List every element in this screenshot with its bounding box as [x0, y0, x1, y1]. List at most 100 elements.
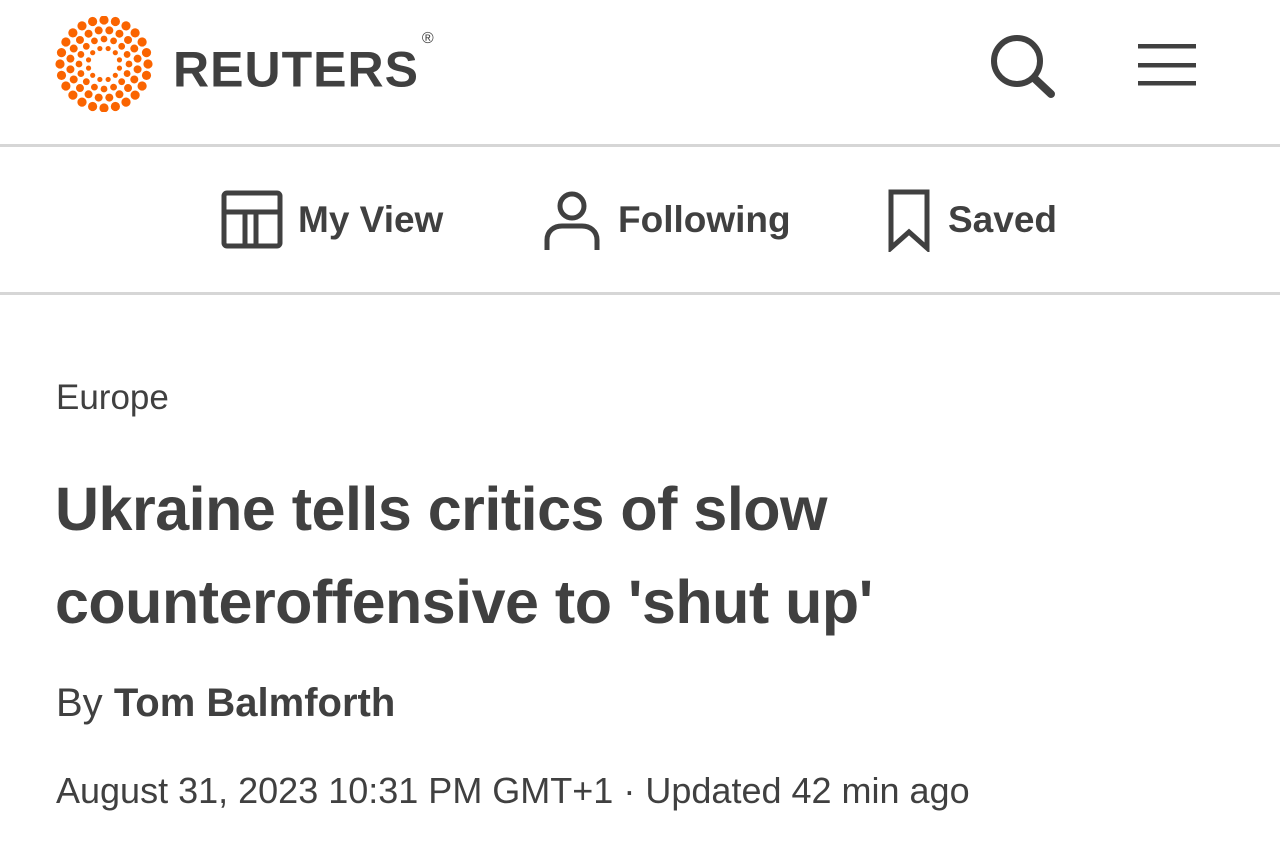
brand-name: REUTERS [173, 41, 419, 98]
logo-dot [68, 90, 78, 100]
logo-dot [105, 76, 111, 83]
byline: By Tom Balmforth [56, 681, 395, 726]
author-link[interactable]: Tom Balmforth [114, 681, 395, 725]
hamburger-menu-icon [1138, 44, 1196, 86]
logo-dot [61, 37, 71, 47]
dateline: August 31, 2023 10:31 PM GMT+1 · Updated… [56, 770, 970, 812]
logo-dot [82, 78, 90, 86]
brand-wordmark[interactable]: REUTERS® [173, 30, 435, 99]
logo-dot [77, 21, 87, 31]
article-headline: Ukraine tells critics of slow counteroff… [55, 475, 873, 636]
menu-button[interactable] [1133, 38, 1203, 92]
logo-dot [97, 45, 103, 52]
logo-dot [99, 16, 109, 25]
section-link[interactable]: Europe [56, 378, 169, 418]
updated-time: Updated 42 min ago [645, 770, 970, 811]
logo-dot [61, 81, 71, 91]
search-button[interactable] [985, 30, 1059, 100]
logo-dot [115, 90, 124, 99]
logo-dot [137, 81, 147, 91]
logo-dot [55, 59, 65, 69]
logo-dot [69, 44, 78, 53]
logo-dot [105, 45, 111, 52]
logo-dot [85, 65, 92, 71]
user-subnav: My View Following Saved [0, 150, 1280, 295]
logo-dot [115, 29, 124, 38]
nav-saved[interactable]: Saved [884, 188, 1057, 252]
bookmark-icon [888, 189, 930, 252]
logo-dot [97, 76, 103, 83]
logo-dot [130, 90, 140, 100]
logo-dot [118, 42, 126, 50]
logo-dot [77, 70, 85, 77]
logo-dot [116, 57, 123, 63]
logo-dot [124, 84, 133, 93]
logo-dot [143, 59, 153, 69]
logo-dot [94, 26, 103, 35]
logo-dot [75, 60, 83, 68]
logo-dot [121, 21, 131, 31]
logo-dot [84, 90, 93, 99]
logo-dot [124, 35, 133, 44]
logo-dot [137, 37, 147, 47]
logo-dot [141, 70, 152, 80]
logo-dot [99, 103, 109, 112]
logo-dot [110, 37, 117, 45]
logo-dot [69, 75, 78, 84]
logo-dot [123, 51, 131, 58]
logo-dot [77, 97, 87, 107]
logo-dot [82, 42, 90, 50]
site-header: REUTERS® [0, 0, 1280, 147]
logo-dot [100, 35, 108, 43]
registered-mark: ® [421, 30, 435, 47]
logo-dot [133, 54, 142, 63]
logo-dot [88, 101, 98, 112]
logo-dot [56, 48, 67, 58]
logo-dot [91, 37, 98, 45]
logo-dot [105, 26, 114, 35]
layout-icon [221, 190, 283, 249]
logo-dot [56, 70, 67, 80]
logo-dot [88, 16, 98, 27]
logo-dot [75, 35, 84, 44]
logo-dot [110, 83, 117, 91]
logo-dot [85, 57, 92, 63]
logo-dot [116, 65, 123, 71]
logo-dot [121, 97, 131, 107]
logo-dot [125, 60, 133, 68]
logo-dot [118, 78, 126, 86]
logo-dot [84, 29, 93, 38]
logo-dot [130, 44, 139, 53]
logo-dot [66, 54, 75, 63]
logo-dot [133, 65, 142, 74]
logo-dot [112, 50, 118, 56]
logo-dot [68, 28, 78, 38]
logo-dot [90, 72, 96, 78]
date-separator: · [623, 770, 636, 811]
nav-following-label: Following [618, 199, 791, 240]
logo-dot [100, 85, 108, 93]
logo-dot [75, 84, 84, 93]
logo-dot [110, 16, 120, 27]
logo-dot [90, 50, 96, 56]
nav-my-view[interactable]: My View [220, 188, 443, 252]
nav-my-view-label: My View [298, 199, 444, 240]
logo-dot [77, 51, 85, 58]
logo-dot [94, 93, 103, 102]
logo-dot [141, 48, 152, 58]
byline-prefix: By [56, 681, 103, 725]
search-icon [991, 35, 1055, 98]
nav-saved-label: Saved [948, 199, 1058, 240]
person-icon [544, 191, 600, 250]
logo-dot [130, 75, 139, 84]
logo-dot [66, 65, 75, 74]
logo-dot [112, 72, 118, 78]
reuters-dot-logo-icon[interactable] [52, 16, 156, 112]
logo-dot [91, 83, 98, 91]
logo-dot [110, 101, 120, 112]
logo-dot [130, 28, 140, 38]
publish-date: August 31, 2023 10:31 PM GMT+1 [56, 770, 614, 811]
logo-dot [123, 70, 131, 77]
nav-following[interactable]: Following [540, 188, 791, 252]
logo-dot [105, 93, 114, 102]
